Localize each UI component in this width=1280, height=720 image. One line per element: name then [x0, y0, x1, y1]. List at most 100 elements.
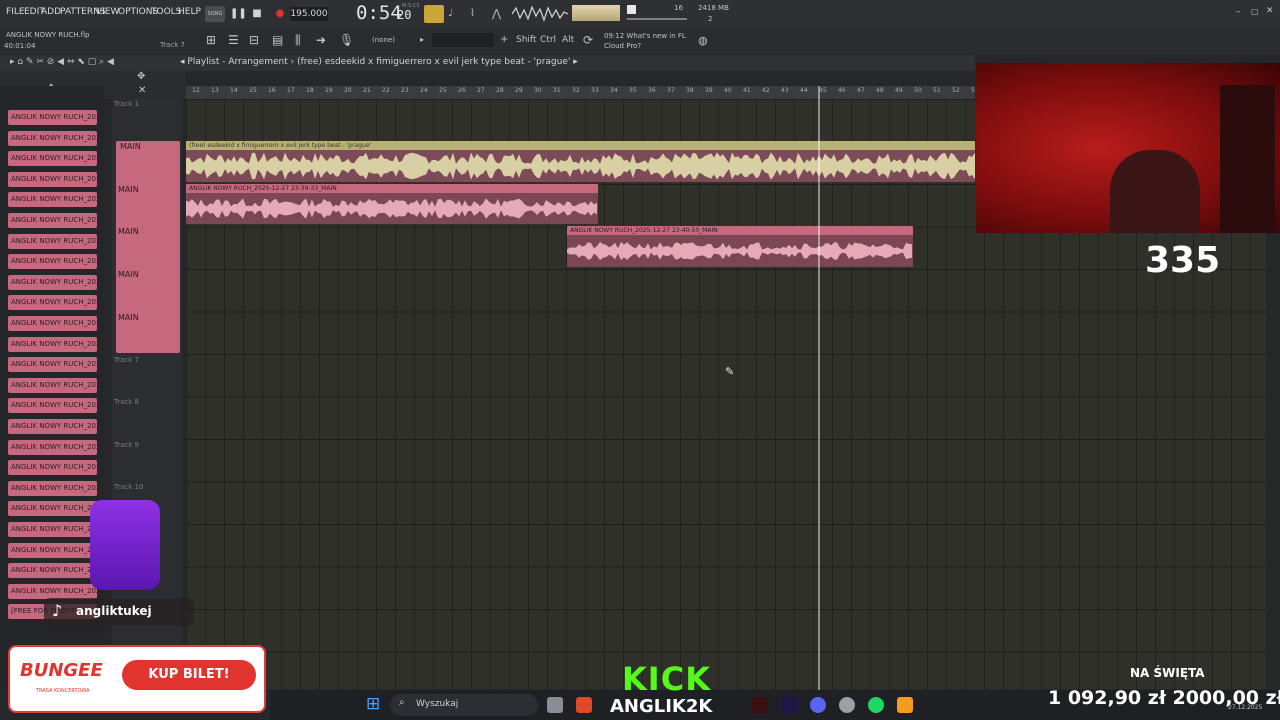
browser-clip-item[interactable]: ANGLIK NOWY RUCH_2025...: [8, 439, 97, 455]
record-icon[interactable]: ●: [274, 8, 286, 20]
metronome-icon[interactable]: ♩: [448, 8, 453, 19]
beat-audio-clip[interactable]: (free) esdeekid x fimiguerrero x evil je…: [186, 141, 975, 182]
menu-add[interactable]: ADD: [41, 7, 61, 17]
close-icon[interactable]: ✕: [1266, 6, 1274, 16]
pattern-song-icon[interactable]: [424, 5, 444, 23]
browser-clip-item[interactable]: ANGLIK NOWY RUCH_2025...: [8, 171, 97, 187]
menu-view[interactable]: VIEW: [96, 7, 119, 17]
browser-clip-item[interactable]: ANGLIK NOWY RUCH_2025...: [8, 130, 97, 146]
track-10-label[interactable]: Track 10: [114, 483, 143, 491]
browser-clip-item[interactable]: ANGLIK NOWY RUCH_2025...: [8, 542, 97, 558]
close-x-icon[interactable]: ✕: [138, 85, 146, 96]
project-name: ANGLIK NOWY RUCH.flp: [6, 31, 90, 39]
browser-clip-item[interactable]: ANGLIK NOWY RUCH_2025...: [8, 563, 97, 579]
track-8-label[interactable]: Track 8: [114, 398, 139, 406]
pause-icon[interactable]: ❚❚: [230, 8, 247, 20]
channel-rack-icon[interactable]: ▤: [272, 33, 283, 47]
song-mode-toggle[interactable]: SONG: [205, 6, 225, 22]
arrow-right-icon[interactable]: ➜: [316, 33, 326, 47]
tiktok-icon: ♪: [52, 601, 63, 620]
maximize-icon[interactable]: ▢: [1251, 7, 1259, 16]
browser-clip-item[interactable]: ANGLIK NOWY RUCH_2025...: [8, 398, 97, 414]
brave-browser-icon[interactable]: [576, 697, 592, 713]
browser-clip-item[interactable]: ANGLIK NOWY RUCH_2025...: [8, 233, 97, 249]
piano-roll-icon[interactable]: ⊟: [249, 33, 259, 47]
browser-clip-item[interactable]: ANGLIK NOWY RUCH_2025...: [8, 336, 97, 352]
main-label-3: MAIN: [118, 227, 139, 236]
file-explorer-icon[interactable]: [547, 697, 563, 713]
buy-ticket-button[interactable]: KUP BILET!: [122, 660, 256, 690]
playlist-icon[interactable]: ☰: [228, 33, 239, 47]
track-9-label[interactable]: Track 9: [114, 441, 139, 449]
shift-key[interactable]: Shift: [516, 35, 536, 45]
webcam-person: [1110, 150, 1200, 233]
browser-clip-item[interactable]: ANGLIK NOWY RUCH_2025...: [8, 377, 97, 393]
vocal-clip-1[interactable]: ANGLIK NOWY RUCH_2025-12-27 23-39-33_MAI…: [186, 184, 598, 224]
browser-clip-item[interactable]: ANGLIK NOWY RUCH_2025...: [8, 583, 97, 599]
spotify-icon[interactable]: [868, 697, 884, 713]
fl-studio-icon[interactable]: [897, 697, 913, 713]
browser-clip-item[interactable]: ANGLIK NOWY RUCH_2025...: [8, 192, 97, 208]
move-icon[interactable]: ✥: [137, 71, 145, 82]
minimize-icon[interactable]: –: [1236, 7, 1241, 17]
playhead[interactable]: [818, 86, 820, 690]
news-icon[interactable]: ⟳: [583, 33, 593, 47]
browser-clip-item[interactable]: ANGLIK NOWY RUCH_2025...: [8, 110, 97, 125]
countdown-icon[interactable]: ⋀: [492, 7, 501, 20]
timeline-ruler[interactable]: 12 13 14 15 16 17 18 19 20 21 22 23 24 25 26 27 28 29 30 31…: [186, 86, 975, 99]
alt-key[interactable]: Alt: [562, 35, 574, 45]
playlist-tool-icons[interactable]: ▸ ⌂ ✎ ✂ ⊘ ◀ ⇔ ⬉ ▢ ⌕ ◀: [10, 57, 114, 67]
menu-tools[interactable]: TOOLS: [151, 7, 181, 17]
browser-clip-item[interactable]: ANGLIK NOWY RUCH_2025...: [8, 151, 97, 167]
snap-tool-icon[interactable]: ⊞: [206, 33, 216, 47]
illustrator-icon[interactable]: [752, 697, 768, 713]
ruler-tick-label: 25: [439, 87, 447, 94]
browser-clip-item[interactable]: ANGLIK NOWY RUCH_2025...: [8, 522, 97, 537]
ruler-tick-label: 33: [591, 87, 599, 94]
ctrl-key[interactable]: Ctrl: [540, 35, 556, 45]
track-1-label[interactable]: Track 1: [114, 100, 139, 108]
mixer-icon[interactable]: ⫼: [295, 33, 301, 48]
ruler-tick-label: 35: [629, 87, 637, 94]
browser-clip-item[interactable]: ANGLIK NOWY RUCH_2025...: [8, 274, 97, 290]
playlist-title: ◂ Playlist - Arrangement › (free) esdeek…: [180, 57, 578, 67]
browser-clip-item[interactable]: ANGLIK NOWY RUCH_2025...: [8, 316, 97, 331]
master-volume-knob[interactable]: [627, 5, 636, 14]
windows-start-icon[interactable]: ⊞: [366, 694, 380, 714]
browser-clip-item[interactable]: ANGLIK NOWY RUCH_2025...: [8, 213, 97, 228]
browser-clip-item[interactable]: ANGLIK NOWY RUCH_2025...: [8, 460, 97, 476]
main-label-4: MAIN: [118, 270, 139, 279]
stop-icon[interactable]: ■: [251, 8, 263, 20]
ruler-tick-label: 28: [496, 87, 504, 94]
browser-clip-item[interactable]: ANGLIK NOWY RUCH_2025...: [8, 254, 97, 270]
tempo-display[interactable]: 195.000: [290, 7, 328, 21]
settings-icon[interactable]: [839, 697, 855, 713]
donation-goal-amount: 1 092,90 zł 2000,00 zł: [1048, 687, 1280, 709]
globe-icon[interactable]: ◍: [698, 34, 708, 47]
master-pitch-slider[interactable]: [627, 18, 687, 20]
ruler-tick-label: 30: [534, 87, 542, 94]
track-7-label[interactable]: Track 7: [114, 356, 139, 364]
menu-file[interactable]: FILE: [6, 7, 25, 17]
playlist-pattern-name[interactable]: (free) esdeekid x fimiguerrero x evil je…: [297, 57, 570, 67]
wait-input-icon[interactable]: ⌇: [470, 8, 475, 19]
taskbar-search[interactable]: [390, 694, 538, 716]
browser-clip-item[interactable]: ANGLIK NOWY RUCH_2025...: [8, 501, 97, 517]
arrow-small-icon[interactable]: ▸: [420, 35, 424, 44]
vocal-clip-2[interactable]: ANGLIK NOWY RUCH_2025-12-27 23-40-50_MAI…: [567, 226, 913, 267]
pattern-input[interactable]: [432, 33, 494, 47]
beat-waveform: [186, 152, 975, 180]
menu-help[interactable]: HELP: [178, 7, 201, 17]
browser-clip-item[interactable]: ANGLIK NOWY RUCH_2025...: [8, 357, 97, 373]
browser-clip-item[interactable]: ANGLIK NOWY RUCH_2025...: [8, 419, 97, 434]
add-icon[interactable]: +: [500, 34, 508, 45]
browser-clip-item[interactable]: ANGLIK NOWY RUCH_2025...: [8, 295, 97, 311]
browser-clip-item[interactable]: ANGLIK NOWY RUCH_2025...: [8, 480, 97, 496]
microphone-icon[interactable]: 🎙: [339, 33, 354, 47]
news-panel[interactable]: 09:12 What's new in FL Cloud Pro?: [604, 31, 694, 51]
snap-selector[interactable]: (none): [372, 36, 395, 44]
discord-icon[interactable]: [810, 697, 826, 713]
premiere-icon[interactable]: [781, 697, 797, 713]
memory-usage: 2418 MB: [698, 4, 729, 12]
ruler-tick-label: 37: [667, 87, 675, 94]
